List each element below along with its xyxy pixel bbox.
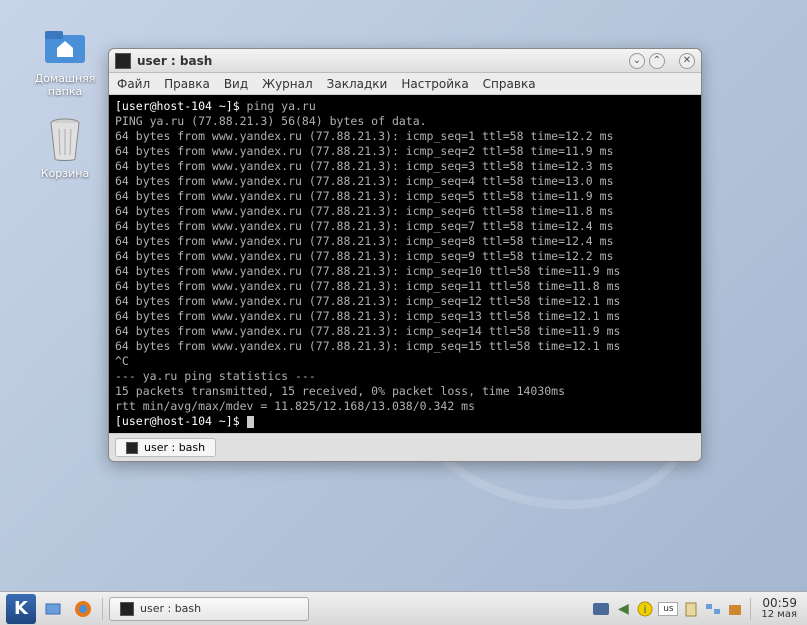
panel-separator-2 bbox=[750, 598, 751, 620]
maximize-button[interactable]: ⌃ bbox=[649, 53, 665, 69]
terminal-window: user : bash ⌄ ⌃ ✕ Файл Правка Вид Журнал… bbox=[108, 48, 702, 462]
tray-network-icon[interactable] bbox=[704, 600, 722, 618]
window-titlebar[interactable]: user : bash ⌄ ⌃ ✕ bbox=[109, 49, 701, 73]
menu-view[interactable]: Вид bbox=[224, 77, 248, 91]
desktop-icon-home-label: Домашняя папка bbox=[25, 72, 105, 98]
menu-file[interactable]: Файл bbox=[117, 77, 150, 91]
trash-icon bbox=[41, 115, 89, 163]
taskbar-entry-terminal[interactable]: user : bash bbox=[109, 597, 309, 621]
tray-updates-icon[interactable] bbox=[726, 600, 744, 618]
svg-text:i: i bbox=[644, 603, 647, 616]
menu-journal[interactable]: Журнал bbox=[262, 77, 313, 91]
taskbar-panel: K user : bash ◀ i us 00:59 12 мая bbox=[0, 591, 807, 625]
start-menu-button[interactable]: K bbox=[6, 594, 36, 624]
desktop-icon-trash-label: Корзина bbox=[25, 167, 105, 180]
terminal-tab-label: user : bash bbox=[144, 441, 205, 454]
menu-help[interactable]: Справка bbox=[483, 77, 536, 91]
firefox-launcher[interactable] bbox=[70, 596, 96, 622]
close-button[interactable]: ✕ bbox=[679, 53, 695, 69]
show-desktop-button[interactable] bbox=[40, 596, 66, 622]
menu-bookmarks[interactable]: Закладки bbox=[327, 77, 388, 91]
panel-separator bbox=[102, 598, 103, 620]
home-folder-icon bbox=[41, 20, 89, 68]
menu-settings[interactable]: Настройка bbox=[401, 77, 468, 91]
window-title: user : bash bbox=[137, 54, 212, 68]
terminal-tab-bar: user : bash bbox=[109, 433, 701, 461]
taskbar-entry-label: user : bash bbox=[140, 602, 201, 615]
tray-info-icon[interactable]: i bbox=[636, 600, 654, 618]
tray-clipboard-icon[interactable] bbox=[682, 600, 700, 618]
menu-edit[interactable]: Правка bbox=[164, 77, 210, 91]
clock-date: 12 мая bbox=[761, 609, 797, 621]
terminal-tab[interactable]: user : bash bbox=[115, 438, 216, 457]
clock-time: 00:59 bbox=[761, 597, 797, 609]
panel-clock[interactable]: 00:59 12 мая bbox=[757, 597, 801, 621]
menu-bar: Файл Правка Вид Журнал Закладки Настройк… bbox=[109, 73, 701, 95]
keyboard-layout-indicator[interactable]: us bbox=[658, 602, 678, 616]
tray-device-icon[interactable] bbox=[592, 600, 610, 618]
desktop-icon-home[interactable]: Домашняя папка bbox=[25, 20, 105, 98]
minimize-button[interactable]: ⌄ bbox=[629, 53, 645, 69]
tray-arrow-icon[interactable]: ◀ bbox=[614, 600, 632, 618]
terminal-app-icon bbox=[115, 53, 131, 69]
terminal-tab-icon bbox=[126, 442, 138, 454]
system-tray: ◀ i us bbox=[592, 600, 744, 618]
terminal-output[interactable]: [user@host-104 ~]$ ping ya.ru PING ya.ru… bbox=[109, 95, 701, 433]
taskbar-terminal-icon bbox=[120, 602, 134, 616]
desktop-icon-trash[interactable]: Корзина bbox=[25, 115, 105, 180]
